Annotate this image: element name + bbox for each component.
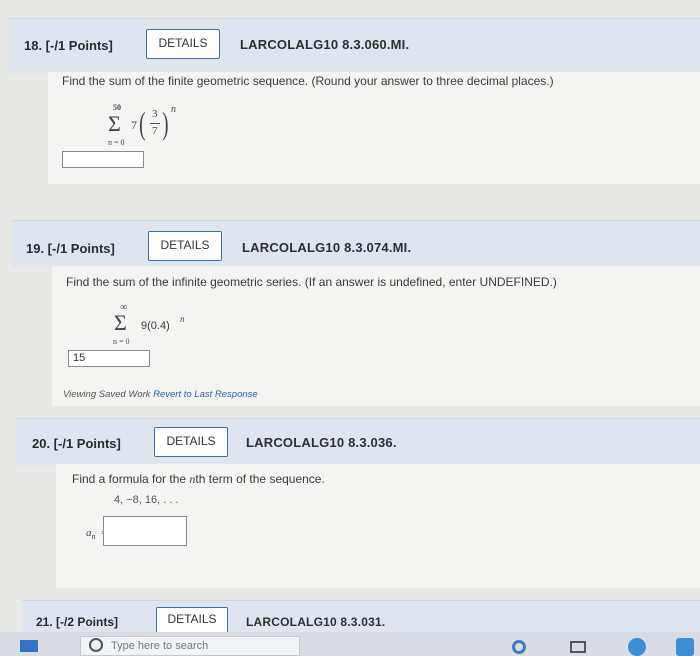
taskbar-search-icon: [89, 638, 103, 652]
chrome-icon[interactable]: [628, 638, 646, 656]
q20-a-sub: n: [91, 532, 96, 542]
q19-label: 19. [-/1 Points]: [26, 241, 115, 256]
q20-details-button[interactable]: DETAILS: [154, 427, 228, 457]
task-view-icon[interactable]: [570, 641, 586, 653]
q20-prompt: Find a formula for the nth term of the s…: [72, 472, 325, 487]
q19-exponent: n: [180, 314, 185, 324]
q18-prompt: Find the sum of the finite geometric seq…: [62, 74, 554, 88]
q19-details-button[interactable]: DETAILS: [148, 231, 222, 261]
q20-prompt-a: Find a formula for the: [72, 472, 187, 486]
q18-sum-lower: n = 0: [108, 138, 125, 147]
q21-details-button[interactable]: DETAILS: [156, 607, 228, 633]
q18-coef: 7: [131, 118, 137, 132]
q18-code: LARCOLALG10 8.3.060.MI.: [240, 37, 410, 52]
q18-exponent: n: [171, 104, 176, 115]
q18-label: 18. [-/1 Points]: [24, 38, 113, 53]
q18-right-paren: ): [162, 105, 169, 141]
q18-frac-den: 7: [152, 125, 158, 137]
q20-sequence: 4, −8, 16, . . .: [114, 494, 179, 506]
q18-left-paren: (: [139, 105, 146, 141]
q18-frac-bar: [150, 123, 160, 124]
q19-sigma-icon: Σ: [114, 310, 127, 335]
q19-note-prefix: Viewing Saved Work: [63, 389, 151, 400]
q19-sum-lower: n = 0: [113, 337, 130, 346]
tray-app-icon[interactable]: [676, 638, 694, 656]
q20-answer-input[interactable]: [103, 516, 187, 546]
q20-code: LARCOLALG10 8.3.036.: [246, 435, 397, 450]
taskbar-search-placeholder: Type here to search: [111, 640, 209, 652]
q19-revert-link[interactable]: Revert to Last Response: [153, 389, 258, 400]
q18-frac-num: 3: [152, 108, 158, 120]
q20-prompt-b: th term of the sequence.: [195, 472, 325, 486]
windows-start-icon[interactable]: [20, 640, 38, 652]
q20-label: 20. [-/1 Points]: [32, 436, 121, 451]
q19-code: LARCOLALG10 8.3.074.MI.: [242, 240, 412, 255]
q18-details-button[interactable]: DETAILS: [146, 29, 220, 59]
taskbar-search-box[interactable]: Type here to search: [80, 636, 300, 656]
q21-label: 21. [-/2 Points]: [36, 615, 119, 629]
q18-sigma-icon: Σ: [108, 111, 121, 136]
edge-icon[interactable]: [512, 640, 526, 654]
q18-answer-input[interactable]: [62, 151, 144, 168]
q19-answer-input[interactable]: 15: [68, 350, 150, 367]
q19-prompt: Find the sum of the infinite geometric s…: [66, 275, 557, 289]
q21-code: LARCOLALG10 8.3.031.: [246, 615, 386, 629]
q19-saved-note: Viewing Saved Work Revert to Last Respon…: [63, 389, 258, 400]
q18-body: [48, 72, 700, 184]
q19-term: 9(0.4): [141, 320, 170, 332]
